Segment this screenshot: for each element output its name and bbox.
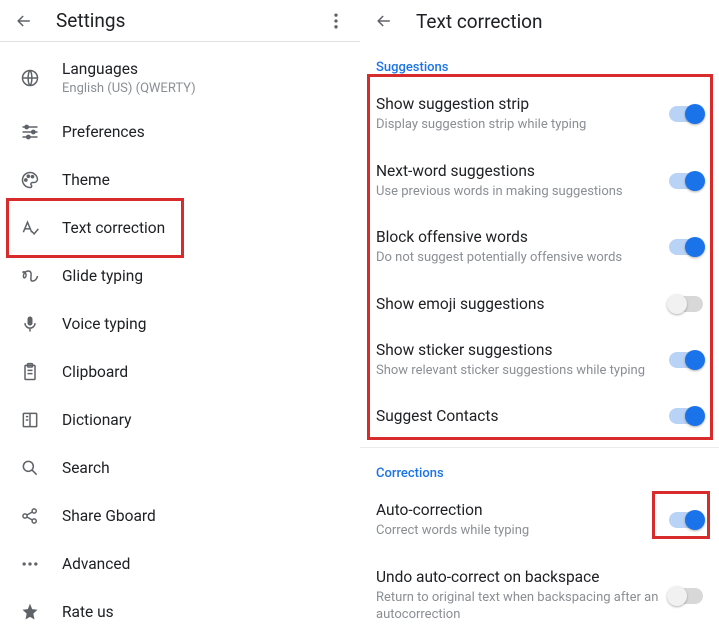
section-corrections: Corrections [360, 448, 719, 487]
label: Suggest Contacts [376, 407, 669, 425]
sidebar-item-theme[interactable]: Theme [0, 156, 360, 204]
star-icon [20, 602, 62, 622]
setting-show-suggestion-strip[interactable]: Show suggestion strip Display suggestion… [360, 81, 719, 148]
toggle-suggestion-strip[interactable] [669, 106, 703, 122]
toggle-undo-autocorrect[interactable] [669, 588, 703, 604]
label: Glide typing [62, 267, 143, 285]
page-title: Settings [56, 9, 125, 32]
sidebar-item-advanced[interactable]: Advanced [0, 540, 360, 588]
share-icon [20, 506, 62, 526]
globe-icon [20, 68, 62, 88]
setting-sticker-suggestions[interactable]: Show sticker suggestions Show relevant s… [360, 327, 719, 394]
label: Clipboard [62, 363, 128, 381]
toggle-next-word[interactable] [669, 173, 703, 189]
sidebar-item-preferences[interactable]: Preferences [0, 108, 360, 156]
label: Voice typing [62, 315, 146, 333]
label: Show sticker suggestions [376, 341, 669, 359]
more-vert-icon[interactable] [326, 11, 346, 31]
label: Text correction [62, 219, 165, 237]
page-title: Text correction [416, 10, 543, 33]
setting-block-offensive[interactable]: Block offensive words Do not suggest pot… [360, 214, 719, 281]
label: Show suggestion strip [376, 95, 669, 113]
sub-label: Use previous words in making suggestions [376, 183, 669, 201]
right-header: Text correction [360, 0, 719, 42]
label: Advanced [62, 555, 130, 573]
sub-label: Display suggestion strip while typing [376, 116, 669, 134]
tune-icon [20, 122, 62, 142]
label: Search [62, 459, 110, 477]
label: Preferences [62, 123, 145, 141]
label: Show emoji suggestions [376, 295, 669, 313]
toggle-auto-correction[interactable] [669, 512, 703, 528]
setting-suggest-contacts[interactable]: Suggest Contacts [360, 393, 719, 439]
clipboard-icon [20, 362, 62, 382]
settings-list: Languages English (US) (QWERTY) Preferen… [0, 42, 360, 636]
more-horiz-icon [20, 554, 62, 574]
sub-label: Show relevant sticker suggestions while … [376, 362, 669, 380]
setting-next-word[interactable]: Next-word suggestions Use previous words… [360, 148, 719, 215]
setting-auto-correction[interactable]: Auto-correction Correct words while typi… [360, 487, 719, 554]
sidebar-item-glide-typing[interactable]: Glide typing [0, 252, 360, 300]
toggle-emoji-suggestions[interactable] [669, 296, 703, 312]
setting-emoji-suggestions[interactable]: Show emoji suggestions [360, 281, 719, 327]
sidebar-item-text-correction[interactable]: Text correction [0, 204, 360, 252]
setting-undo-autocorrect[interactable]: Undo auto-correct on backspace Return to… [360, 554, 719, 638]
palette-icon [20, 170, 62, 190]
back-icon[interactable] [374, 11, 394, 31]
sub-label: English (US) (QWERTY) [62, 81, 196, 96]
gesture-icon [20, 266, 62, 286]
sidebar-item-search[interactable]: Search [0, 444, 360, 492]
mic-icon [20, 314, 62, 334]
left-header: Settings [0, 0, 360, 42]
section-suggestions: Suggestions [360, 42, 719, 81]
label: Languages [62, 60, 196, 78]
sidebar-item-share[interactable]: Share Gboard [0, 492, 360, 540]
label: Rate us [62, 603, 114, 621]
sidebar-item-languages[interactable]: Languages English (US) (QWERTY) [0, 48, 360, 108]
label: Auto-correction [376, 501, 669, 519]
sidebar-item-clipboard[interactable]: Clipboard [0, 348, 360, 396]
toggle-block-offensive[interactable] [669, 239, 703, 255]
label: Block offensive words [376, 228, 669, 246]
text-correction-icon [20, 218, 62, 238]
sub-label: Return to original text when backspacing… [376, 589, 669, 624]
book-icon [20, 410, 62, 430]
label: Dictionary [62, 411, 131, 429]
label: Undo auto-correct on backspace [376, 568, 669, 586]
sub-label: Correct words while typing [376, 522, 669, 540]
search-icon [20, 458, 62, 478]
toggle-sticker-suggestions[interactable] [669, 352, 703, 368]
toggle-suggest-contacts[interactable] [669, 408, 703, 424]
sidebar-item-voice-typing[interactable]: Voice typing [0, 300, 360, 348]
label: Next-word suggestions [376, 162, 669, 180]
sidebar-item-rate[interactable]: Rate us [0, 588, 360, 636]
label: Theme [62, 171, 110, 189]
label: Share Gboard [62, 507, 156, 525]
sidebar-item-dictionary[interactable]: Dictionary [0, 396, 360, 444]
sub-label: Do not suggest potentially offensive wor… [376, 249, 669, 267]
back-icon[interactable] [14, 11, 34, 31]
